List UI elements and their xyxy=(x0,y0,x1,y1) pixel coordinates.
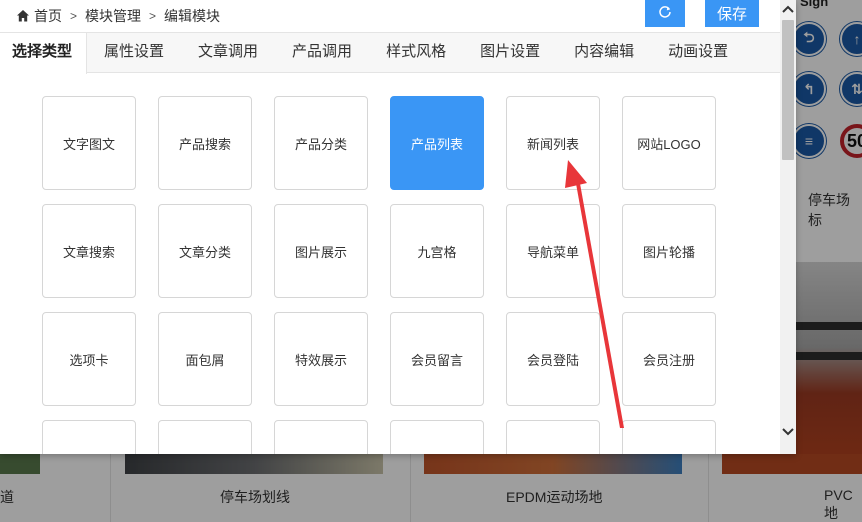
tab-style[interactable]: 样式风格 xyxy=(369,33,463,73)
module-type-tile[interactable] xyxy=(390,420,484,454)
breadcrumb-edit-module: 编辑模块 xyxy=(164,8,221,24)
module-type-tile[interactable] xyxy=(506,420,600,454)
module-type-tile-selected[interactable]: 产品列表 xyxy=(390,96,484,190)
tab-animation-settings[interactable]: 动画设置 xyxy=(651,33,745,73)
tab-image-settings[interactable]: 图片设置 xyxy=(463,33,557,73)
chevron-down-icon[interactable] xyxy=(780,424,796,440)
refresh-button[interactable] xyxy=(645,0,685,27)
module-type-tile[interactable]: 新闻列表 xyxy=(506,96,600,190)
module-type-tile[interactable]: 选项卡 xyxy=(42,312,136,406)
tab-property-settings[interactable]: 属性设置 xyxy=(87,33,181,73)
module-type-tile[interactable]: 面包屑 xyxy=(158,312,252,406)
module-type-tile[interactable]: 会员留言 xyxy=(390,312,484,406)
module-type-tile[interactable]: 九宫格 xyxy=(390,204,484,298)
tab-product-call[interactable]: 产品调用 xyxy=(275,33,369,73)
module-type-tile[interactable]: 会员登陆 xyxy=(506,312,600,406)
module-type-tile[interactable]: 产品搜索 xyxy=(158,96,252,190)
chevron-up-icon[interactable] xyxy=(780,2,796,16)
scrollbar-thumb[interactable] xyxy=(782,20,794,160)
module-type-tile[interactable]: 特效展示 xyxy=(274,312,368,406)
module-type-tile[interactable]: 文字图文 xyxy=(42,96,136,190)
module-type-tile[interactable]: 网站LOGO xyxy=(622,96,716,190)
breadcrumb: 首页 > 模块管理 > 编辑模块 xyxy=(16,6,220,26)
tab-select-type[interactable]: 选择类型 xyxy=(0,33,88,74)
module-type-grid: 文字图文 产品搜索 产品分类 产品列表 新闻列表 网站LOGO 文章搜索 文章分… xyxy=(0,74,780,454)
breadcrumb-separator: > xyxy=(70,9,78,23)
module-type-tile[interactable] xyxy=(622,420,716,454)
module-type-tile[interactable]: 图片轮播 xyxy=(622,204,716,298)
tab-content-edit[interactable]: 内容编辑 xyxy=(557,33,651,73)
settings-tabs: 选择类型 属性设置 文章调用 产品调用 样式风格 图片设置 内容编辑 动画设置 xyxy=(0,32,780,74)
home-icon xyxy=(16,9,30,23)
save-button[interactable]: 保存 xyxy=(705,0,759,27)
breadcrumb-home[interactable]: 首页 xyxy=(34,6,62,26)
module-type-tile[interactable]: 文章分类 xyxy=(158,204,252,298)
module-type-tile[interactable]: 文章搜索 xyxy=(42,204,136,298)
breadcrumb-module-manage[interactable]: 模块管理 xyxy=(85,6,141,26)
module-type-tile[interactable] xyxy=(274,420,368,454)
refresh-icon xyxy=(658,5,672,22)
module-type-tile[interactable]: 产品分类 xyxy=(274,96,368,190)
dialog-header: 首页 > 模块管理 > 编辑模块 保存 xyxy=(0,0,780,30)
module-type-tile[interactable] xyxy=(158,420,252,454)
edit-module-dialog: 首页 > 模块管理 > 编辑模块 保存 选择类型 属性设置 文章调用 产品调用 … xyxy=(0,0,796,454)
module-type-tile[interactable]: 导航菜单 xyxy=(506,204,600,298)
tab-article-call[interactable]: 文章调用 xyxy=(181,33,275,73)
module-type-tile[interactable]: 图片展示 xyxy=(274,204,368,298)
dialog-scrollbar[interactable] xyxy=(780,0,796,454)
breadcrumb-separator: > xyxy=(149,9,157,23)
module-type-tile[interactable]: 会员注册 xyxy=(622,312,716,406)
module-type-tile[interactable] xyxy=(42,420,136,454)
